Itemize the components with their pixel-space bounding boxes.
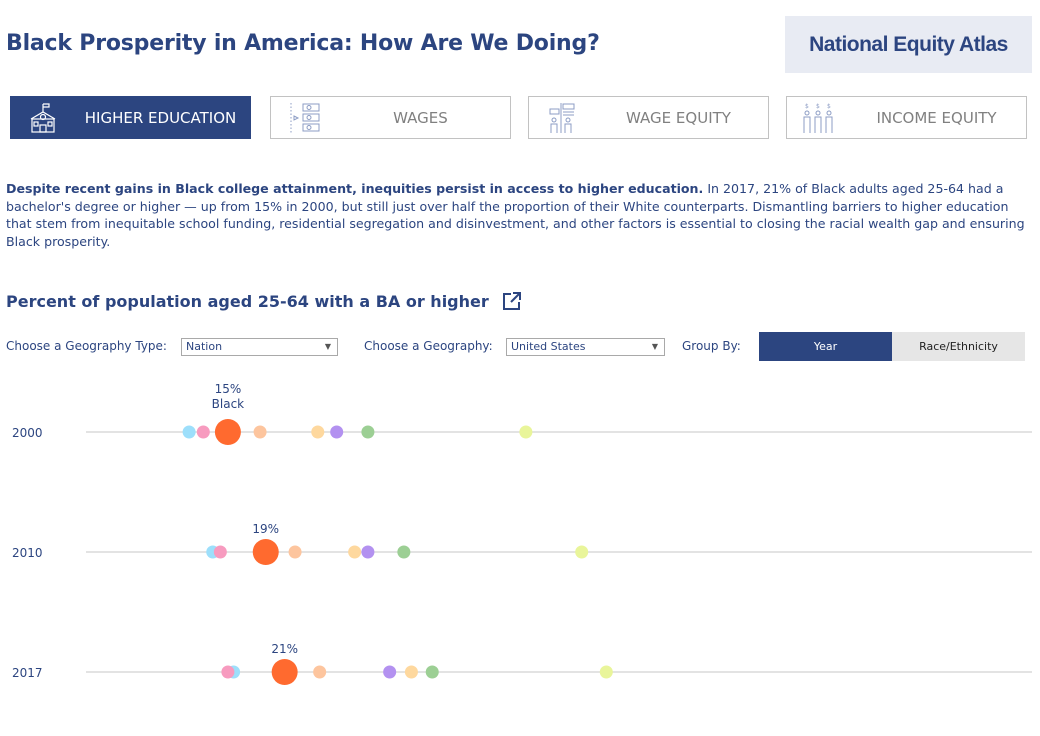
dot-series-light-orange-2000[interactable]: [311, 425, 325, 439]
dot-series-peach-2017[interactable]: [313, 665, 327, 679]
group-by-year-button[interactable]: Year: [759, 332, 892, 361]
dot-series-light-orange-2010[interactable]: [348, 545, 362, 559]
chart-title: Percent of population aged 25-64 with a …: [6, 292, 489, 311]
dot-black-2010[interactable]: [252, 539, 279, 565]
geography-type-label: Choose a Geography Type:: [6, 339, 167, 353]
dot-series-peach-2000[interactable]: [253, 425, 267, 439]
data-label-2017: 21%: [271, 642, 298, 656]
dot-series-purple-2010[interactable]: [361, 545, 375, 559]
external-link-icon[interactable]: [501, 290, 523, 312]
dot-series-purple-2000[interactable]: [330, 425, 344, 439]
svg-text:$: $: [827, 103, 831, 110]
dot-series-pink-2017[interactable]: [221, 665, 235, 679]
tab-label: HIGHER EDUCATION: [84, 108, 237, 127]
geography-value: United States: [511, 340, 586, 353]
dot-series-light-blue-2000[interactable]: [182, 425, 196, 439]
intro-paragraph: Despite recent gains in Black college at…: [6, 180, 1031, 250]
dot-plot-chart: 2000 2010 2017 15%Black 19% 21%: [12, 382, 1032, 685]
dot-black-2017[interactable]: [271, 659, 298, 685]
dot-black-2000[interactable]: [214, 419, 241, 445]
dot-series-light-orange-2017[interactable]: [404, 665, 418, 679]
dot-series-green-2000[interactable]: [361, 425, 375, 439]
tab-wages[interactable]: WAGES: [270, 96, 511, 139]
tab-wage-equity[interactable]: WAGE EQUITY: [528, 96, 769, 139]
chevron-down-icon: ▼: [651, 342, 658, 351]
dot-series-green-2010[interactable]: [397, 545, 411, 559]
dot-series-lime-2017[interactable]: [599, 665, 613, 679]
dot-series-pink-2000[interactable]: [196, 425, 210, 439]
tab-higher-education[interactable]: HIGHER EDUCATION: [10, 96, 251, 139]
dot-series-peach-2010[interactable]: [288, 545, 302, 559]
dot-series-lime-2010[interactable]: [575, 545, 589, 559]
row-label-2017: 2017: [12, 666, 43, 680]
chevron-down-icon: ▼: [324, 342, 331, 351]
group-by-race-ethnicity-button[interactable]: Race/Ethnicity: [892, 332, 1025, 361]
wage-gap-people-icon: [549, 103, 575, 133]
series-label-2000: Black: [212, 397, 245, 411]
dot-series-green-2017[interactable]: [425, 665, 439, 679]
geography-select[interactable]: United States ▼: [506, 338, 665, 356]
tab-label: WAGE EQUITY: [626, 108, 731, 127]
data-label-2010: 19%: [252, 522, 279, 536]
intro-lead: Despite recent gains in Black college at…: [6, 181, 704, 196]
page-title: Black Prosperity in America: How Are We …: [6, 31, 600, 56]
tab-income-equity[interactable]: $ $ $ INCOME EQUITY: [786, 96, 1027, 139]
svg-text:$: $: [805, 103, 809, 110]
geography-type-value: Nation: [186, 340, 223, 353]
dot-series-purple-2017[interactable]: [383, 665, 397, 679]
money-stack-icon: [290, 103, 320, 133]
national-equity-atlas-logo[interactable]: National Equity Atlas: [785, 16, 1032, 73]
logo-text: National Equity Atlas: [809, 32, 1008, 56]
row-label-2000: 2000: [12, 426, 43, 440]
geography-label: Choose a Geography:: [364, 339, 493, 353]
geography-type-select[interactable]: Nation ▼: [181, 338, 338, 356]
tab-label: INCOME EQUITY: [876, 108, 997, 127]
row-label-2010: 2010: [12, 546, 43, 560]
school-icon: [30, 103, 56, 133]
svg-text:$: $: [816, 103, 820, 110]
group-by-label: Group By:: [682, 339, 741, 353]
tab-label: WAGES: [393, 108, 448, 127]
dot-series-lime-2000[interactable]: [519, 425, 533, 439]
data-label-2000: 15%: [215, 382, 242, 396]
income-people-icon: $ $ $: [803, 103, 833, 133]
dot-series-pink-2010[interactable]: [213, 545, 227, 559]
